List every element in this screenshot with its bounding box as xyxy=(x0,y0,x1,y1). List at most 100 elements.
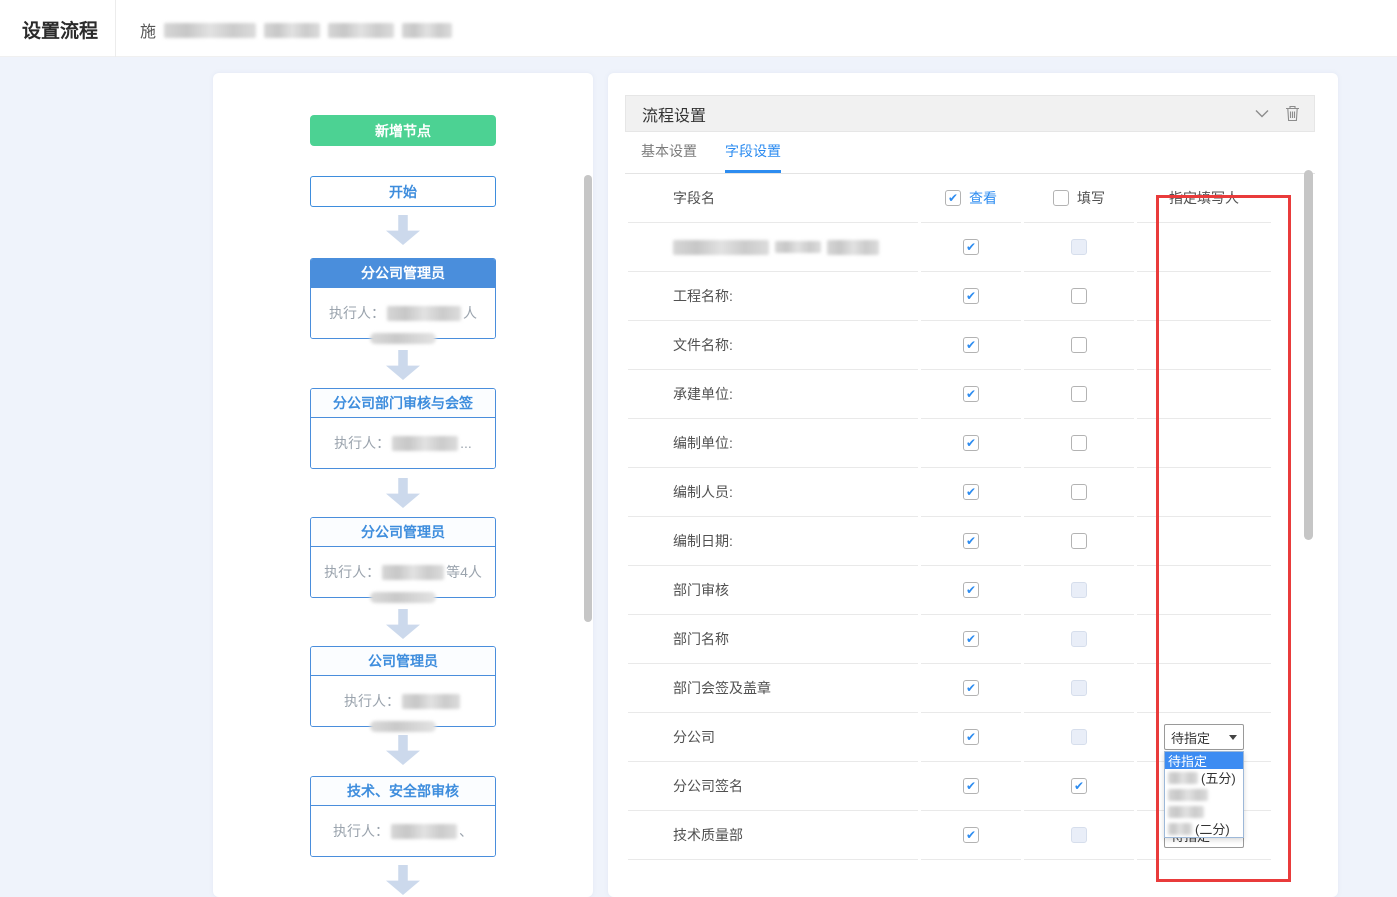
fill-all-checkbox[interactable] xyxy=(1053,190,1069,206)
fill-checkbox[interactable] xyxy=(1071,680,1087,696)
dropdown-option[interactable] xyxy=(1165,803,1243,820)
settings-panel: 流程设置 基本设置 字段设置 xyxy=(608,73,1338,897)
field-name: 分公司签名 xyxy=(673,776,743,796)
workflow-scrollbar[interactable] xyxy=(584,175,592,622)
flow-node-start[interactable]: 开始 xyxy=(310,176,496,207)
table-row: 部门会签及盖章 xyxy=(628,664,1278,713)
tab-field-settings[interactable]: 字段设置 xyxy=(725,132,781,173)
page-title: 设置流程 xyxy=(22,16,98,43)
redacted-text xyxy=(775,241,821,253)
redacted-text xyxy=(402,23,452,38)
process-settings-panel: 流程设置 基本设置 字段设置 xyxy=(625,95,1315,174)
fill-checkbox[interactable] xyxy=(1071,533,1087,549)
fill-checkbox[interactable] xyxy=(1071,631,1087,647)
view-checkbox[interactable] xyxy=(963,778,979,794)
executor-suffix: 人 xyxy=(463,303,477,323)
fill-checkbox[interactable] xyxy=(1071,778,1087,794)
view-checkbox[interactable] xyxy=(963,435,979,451)
fill-checkbox[interactable] xyxy=(1071,435,1087,451)
flow-node[interactable]: 分公司管理员 执行人： 等4人 xyxy=(310,517,496,598)
flow-node-title: 公司管理员 xyxy=(311,647,495,676)
flow-node[interactable]: 分公司部门审核与会签 执行人： ... xyxy=(310,388,496,469)
redacted-text xyxy=(1168,772,1198,784)
redacted-text xyxy=(673,240,769,255)
view-checkbox[interactable] xyxy=(963,631,979,647)
table-scrollbar[interactable] xyxy=(1304,170,1313,540)
view-checkbox[interactable] xyxy=(963,827,979,843)
view-checkbox[interactable] xyxy=(963,533,979,549)
field-name: 编制日期: xyxy=(673,531,733,551)
fill-checkbox[interactable] xyxy=(1071,582,1087,598)
executor-suffix: 等4人 xyxy=(446,562,482,582)
redacted-text xyxy=(382,565,444,580)
col-view-label[interactable]: 查看 xyxy=(969,188,997,208)
view-checkbox[interactable] xyxy=(963,484,979,500)
flow-arrow-icon xyxy=(386,350,420,380)
flow-node-title: 分公司部门审核与会签 xyxy=(311,389,495,418)
flow-arrow-icon xyxy=(386,215,420,245)
redacted-text xyxy=(1168,789,1208,801)
tab-basic-settings[interactable]: 基本设置 xyxy=(641,132,697,173)
flow-node[interactable]: 技术、安全部审核 执行人： 、 xyxy=(310,776,496,857)
table-row xyxy=(628,223,1278,272)
fill-checkbox[interactable] xyxy=(1071,386,1087,402)
view-checkbox[interactable] xyxy=(963,239,979,255)
add-node-button[interactable]: 新增节点 xyxy=(310,115,496,146)
view-checkbox[interactable] xyxy=(963,386,979,402)
table-row: 工程名称: xyxy=(628,272,1278,321)
divider xyxy=(115,0,116,57)
assign-filler-select[interactable]: 待指定 xyxy=(1164,724,1244,750)
redacted-text xyxy=(164,23,256,38)
fill-checkbox[interactable] xyxy=(1071,827,1087,843)
trash-icon[interactable] xyxy=(1285,105,1300,122)
view-checkbox[interactable] xyxy=(963,337,979,353)
chevron-down-icon[interactable] xyxy=(1255,109,1269,118)
view-all-checkbox[interactable] xyxy=(945,190,961,206)
dropdown-option[interactable]: (二分) xyxy=(1165,820,1243,837)
redacted-text xyxy=(328,23,394,38)
executor-label: 执行人： xyxy=(329,303,385,323)
dropdown-option[interactable] xyxy=(1165,786,1243,803)
fill-checkbox[interactable] xyxy=(1071,337,1087,353)
flow-node-executor: 执行人： 等4人 xyxy=(311,547,495,597)
flow-node-title: 分公司管理员 xyxy=(311,518,495,547)
fill-checkbox[interactable] xyxy=(1071,729,1087,745)
table-row: 编制人员: xyxy=(628,468,1278,517)
flow-arrow-icon xyxy=(386,735,420,765)
field-name: 技术质量部 xyxy=(673,825,743,845)
select-value: 待指定 xyxy=(1171,728,1210,747)
table-header-row: 字段名 查看 填写 指定填写人 xyxy=(628,174,1278,223)
flow-arrow-icon xyxy=(386,609,420,639)
field-name: 文件名称: xyxy=(673,335,733,355)
redacted-tag xyxy=(370,592,436,603)
view-checkbox[interactable] xyxy=(963,582,979,598)
field-name: 分公司 xyxy=(673,727,715,747)
fill-checkbox[interactable] xyxy=(1071,288,1087,304)
redacted-text xyxy=(264,23,320,38)
dropdown-option[interactable]: 待指定 xyxy=(1165,752,1243,769)
view-checkbox[interactable] xyxy=(963,680,979,696)
document-title: 施 xyxy=(140,18,452,42)
executor-suffix: 、 xyxy=(459,821,473,841)
fill-checkbox[interactable] xyxy=(1071,239,1087,255)
view-checkbox[interactable] xyxy=(963,288,979,304)
flow-node[interactable]: 分公司管理员 执行人： 人 xyxy=(310,258,496,339)
field-name: 部门会签及盖章 xyxy=(673,678,771,698)
flow-arrow-icon xyxy=(386,478,420,508)
col-fill-label: 填写 xyxy=(1077,188,1105,208)
flow-node-executor: 执行人： 、 xyxy=(311,806,495,856)
executor-label: 执行人： xyxy=(334,433,390,453)
field-name: 部门名称 xyxy=(673,629,729,649)
fields-table: 字段名 查看 填写 指定填写人 工程名称: xyxy=(628,174,1278,874)
option-suffix: (二分) xyxy=(1195,819,1230,838)
flow-node[interactable]: 公司管理员 执行人： xyxy=(310,646,496,727)
redacted-text xyxy=(1168,823,1192,835)
redacted-tag xyxy=(370,721,436,732)
table-row xyxy=(628,860,1278,874)
dropdown-arrow-icon xyxy=(1229,735,1237,740)
view-checkbox[interactable] xyxy=(963,729,979,745)
table-row: 编制单位: xyxy=(628,419,1278,468)
dropdown-option[interactable]: (五分) xyxy=(1165,769,1243,786)
flow-node-executor: 执行人： 人 xyxy=(311,288,495,338)
fill-checkbox[interactable] xyxy=(1071,484,1087,500)
